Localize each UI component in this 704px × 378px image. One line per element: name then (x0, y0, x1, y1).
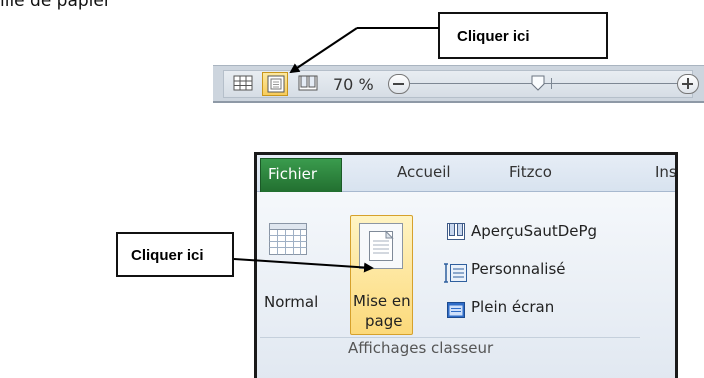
annotation-arrows (233, 27, 439, 273)
arrow-left (233, 258, 374, 273)
arrow-top (289, 27, 439, 74)
